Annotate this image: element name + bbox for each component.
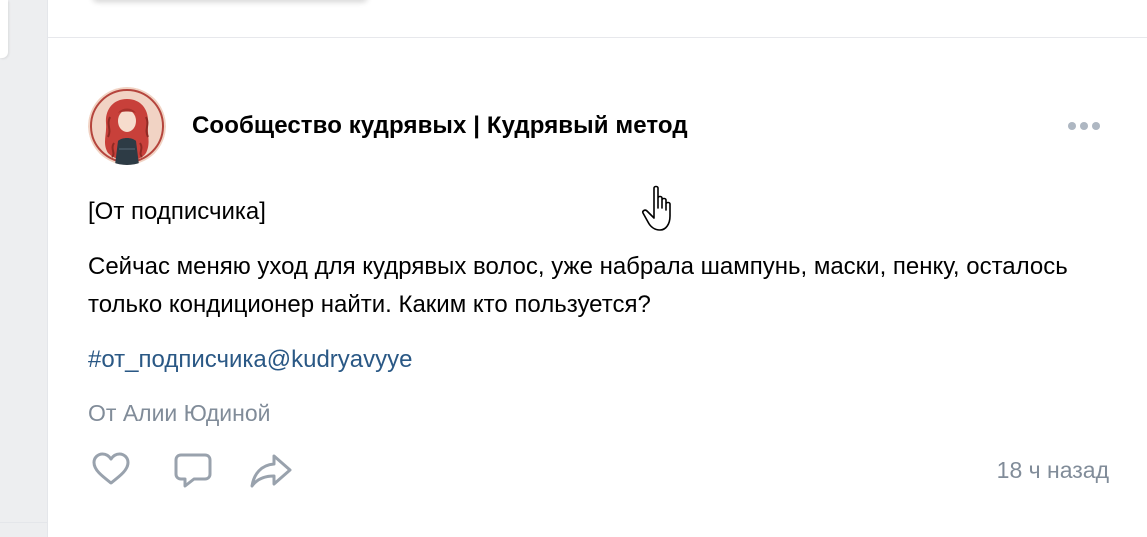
- sidebar-divider: [0, 522, 47, 523]
- dot: [1068, 122, 1076, 130]
- comment-bubble-icon[interactable]: [170, 450, 216, 490]
- post-signer: От Алии Юдиной: [88, 400, 271, 426]
- hashtag-link[interactable]: #от_подписчика@kudryavyye: [88, 346, 413, 374]
- dot: [1092, 122, 1100, 130]
- more-dots-icon[interactable]: [1064, 116, 1104, 136]
- community-name-link[interactable]: Сообщество кудрявых | Кудрявый метод: [192, 112, 688, 140]
- share-arrow-icon[interactable]: [248, 450, 294, 490]
- community-avatar[interactable]: [88, 87, 166, 165]
- left-sidebar-edge: [0, 0, 48, 537]
- post-timestamp[interactable]: 18 ч назад: [997, 457, 1109, 484]
- dot: [1080, 122, 1088, 130]
- post-body-text: Сейчас меняю уход для кудрявых волос, уж…: [88, 253, 1068, 318]
- hand-pointer-cursor-icon: [640, 184, 680, 236]
- heart-icon[interactable]: [88, 450, 134, 490]
- card-edge: [0, 0, 8, 58]
- post-intro-text: [От подписчика]: [88, 198, 266, 225]
- post-card: Сообщество кудрявых | Кудрявый метод [От…: [48, 38, 1147, 537]
- avatar-image: [88, 87, 166, 165]
